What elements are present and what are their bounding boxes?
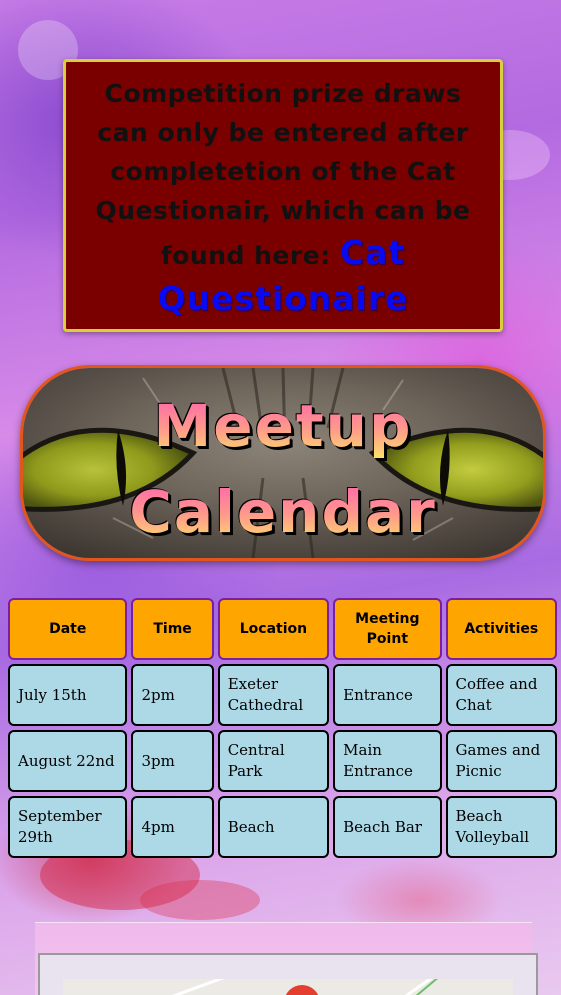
cell-time: 3pm	[131, 730, 214, 792]
column-header-time: Time	[131, 598, 214, 660]
cell-activities: Beach Volleyball	[445, 796, 557, 858]
questionnaire-notice: Competition prize draws can only be ente…	[63, 59, 503, 332]
cell-date: August 22nd	[8, 730, 128, 792]
cell-location: Exeter Cathedral	[217, 664, 330, 726]
cell-date: July 15th	[8, 664, 128, 726]
table-row: September 29th 4pm Beach Beach Bar Beach…	[8, 796, 557, 858]
cell-location: Central Park	[217, 730, 330, 792]
table-row: July 15th 2pm Exeter Cathedral Entrance …	[8, 664, 557, 726]
cell-activities: Coffee and Chat	[445, 664, 557, 726]
cell-time: 4pm	[131, 796, 214, 858]
paint-splatter	[140, 880, 260, 920]
cell-meeting-point: Beach Bar	[333, 796, 442, 858]
notice-text: Competition prize draws can only be ente…	[95, 79, 471, 270]
table-header-row: Date Time Location Meeting Point Activit…	[8, 598, 557, 660]
column-header-location: Location	[217, 598, 330, 660]
cell-date: September 29th	[8, 796, 128, 858]
meetup-calendar-banner: Meetup Calendar	[20, 365, 546, 561]
cell-activities: Games and Picnic	[445, 730, 557, 792]
cell-time: 2pm	[131, 664, 214, 726]
column-header-activities: Activities	[445, 598, 557, 660]
map-road	[126, 979, 240, 995]
table-row: August 22nd 3pm Central Park Main Entran…	[8, 730, 557, 792]
cell-meeting-point: Entrance	[333, 664, 442, 726]
column-header-date: Date	[8, 598, 128, 660]
cell-location: Beach	[217, 796, 330, 858]
cell-meeting-point: Main Entrance	[333, 730, 442, 792]
column-header-meeting-point: Meeting Point	[333, 598, 442, 660]
meetup-calendar-table: Date Time Location Meeting Point Activit…	[4, 594, 561, 862]
banner-title-meetup: Meetup	[23, 392, 543, 460]
banner-title-calendar: Calendar	[23, 478, 543, 546]
